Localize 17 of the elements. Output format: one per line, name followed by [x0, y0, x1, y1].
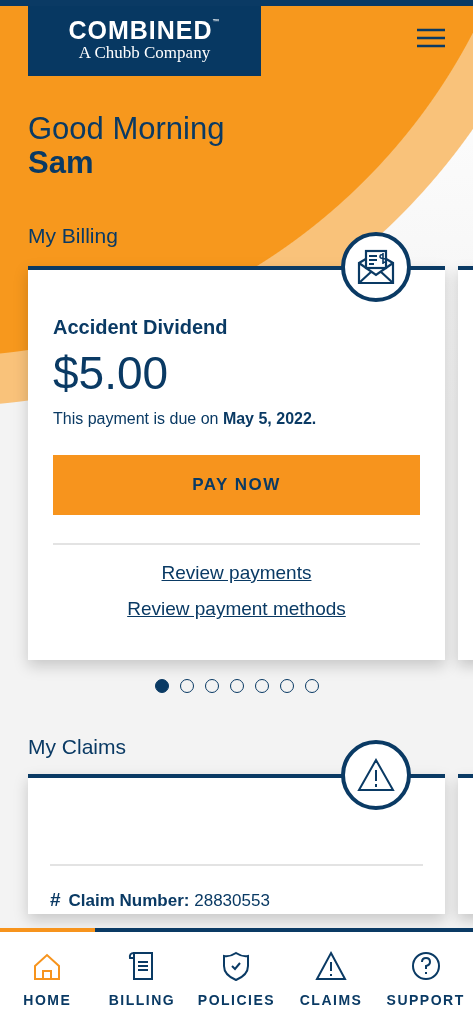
review-link[interactable]: Review payment methods	[127, 595, 346, 624]
tagline: A Chubb Company	[78, 43, 211, 64]
greeting: Good Morning	[28, 112, 226, 147]
pay-now-button[interactable]: PAY NOW	[53, 454, 420, 515]
help-icon	[409, 950, 442, 982]
due-date-text: This payment is due on May 5, 2022.	[53, 408, 318, 429]
claim-number: Claim Number: 28830553	[68, 890, 270, 913]
policy-name: Accident Dividend	[53, 314, 229, 340]
section-title: My Claims	[28, 734, 126, 758]
user-name: Sam	[28, 146, 95, 181]
review-link[interactable]: Review payments	[161, 558, 312, 588]
hash-icon: #	[50, 886, 61, 915]
warning-icon	[315, 950, 348, 982]
pager-dot[interactable]	[154, 678, 169, 693]
menu-icon	[417, 27, 445, 48]
section-title: My Billing	[28, 224, 118, 248]
amount-due: $5.00	[53, 345, 170, 401]
